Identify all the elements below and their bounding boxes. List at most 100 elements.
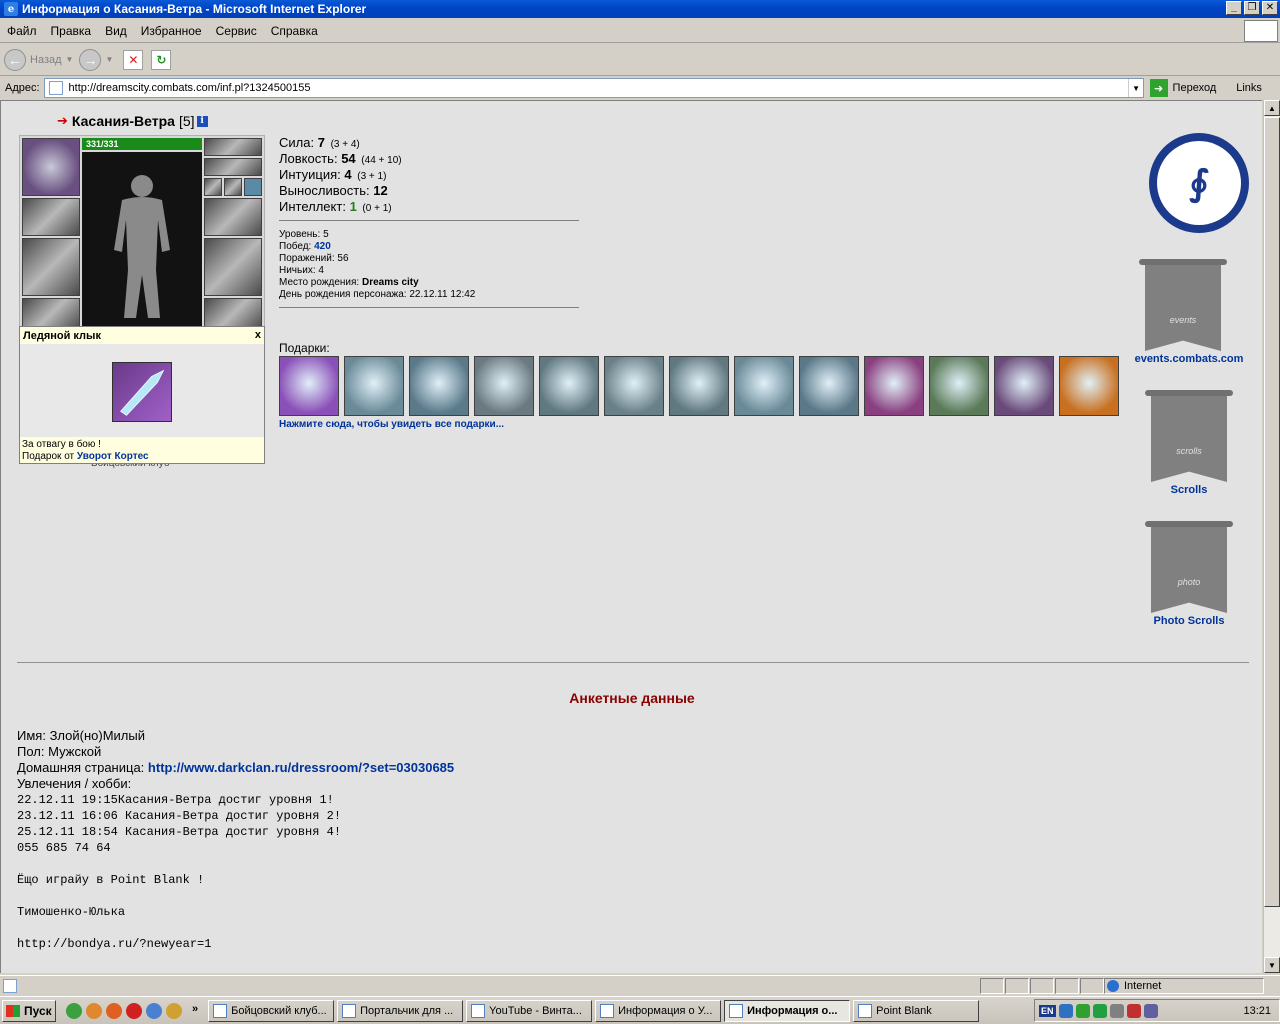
divider [279, 307, 579, 308]
back-arrow-icon[interactable]: ← [4, 48, 26, 71]
opera-icon[interactable] [126, 1002, 142, 1019]
taskbar-item[interactable]: Информация о У... [595, 999, 722, 1022]
go-label: Переход [1172, 82, 1217, 94]
firefox-icon[interactable] [106, 1002, 122, 1019]
ring2-slot[interactable] [224, 178, 242, 196]
address-bar: Адрес: http://dreamscity.combats.com/inf… [0, 77, 1280, 99]
ring3-slot[interactable] [244, 178, 262, 196]
back-button-label[interactable]: Назад [30, 54, 62, 66]
weapon-left-slot[interactable] [22, 238, 80, 296]
language-indicator[interactable]: EN [1039, 1004, 1056, 1017]
taskbar-item[interactable]: Point Blank [853, 999, 980, 1022]
menu-tools[interactable]: Сервис [209, 24, 264, 38]
email-icon[interactable] [86, 1002, 102, 1019]
snow-house-icon[interactable] [344, 356, 404, 416]
go-button[interactable]: ➜ Переход [1149, 79, 1217, 97]
stat-intellect: Интеллект: 1 (0 + 1) [279, 199, 402, 215]
scrolls-link[interactable]: Scrolls [1149, 484, 1229, 496]
windows-flag-icon [6, 1004, 20, 1017]
earrings-slot[interactable] [204, 158, 262, 176]
flag-icon[interactable] [1126, 1003, 1141, 1018]
divider [279, 220, 579, 221]
clan-emblem-icon[interactable]: ∮ [1149, 133, 1249, 233]
menu-help[interactable]: Справка [264, 24, 325, 38]
taskbar-item[interactable]: YouTube - Винта... [466, 999, 593, 1022]
taskbar-item[interactable]: Информация о... [724, 999, 851, 1022]
scroll-up-icon[interactable]: ▲ [1264, 100, 1280, 116]
maximize-button[interactable]: ❐ [1244, 1, 1260, 15]
all-gifts-link[interactable]: Нажмите сюда, чтобы увидеть все подарки.… [279, 419, 504, 430]
gingerbread-man-icon[interactable] [604, 356, 664, 416]
vertical-scrollbar[interactable]: ▲ ▼ [1263, 100, 1280, 973]
stat-label: Ловкость: [279, 151, 338, 166]
address-input[interactable]: http://dreamscity.combats.com/inf.pl?132… [43, 78, 1144, 98]
stat-value: 54 [341, 151, 356, 166]
ice-tree-icon[interactable] [799, 356, 859, 416]
network-icon[interactable] [1058, 1003, 1073, 1018]
taskbar-item[interactable]: Бойцовский клуб... [208, 999, 335, 1022]
private-arrow-icon[interactable]: ➔ [57, 113, 68, 129]
ice-fang-icon[interactable] [279, 356, 339, 416]
popup-from-name[interactable]: Уворот Кортес [77, 451, 149, 462]
taskbar: Пуск » Бойцовский клуб... Портальчик для … [0, 996, 1280, 1024]
chrome-icon[interactable] [66, 1002, 82, 1019]
stop-icon[interactable]: ✕ [123, 49, 144, 70]
character-avatar[interactable] [82, 152, 202, 330]
winter-card-icon[interactable] [1059, 356, 1119, 416]
edit-icon[interactable] [166, 1002, 182, 1019]
goblin-icon[interactable] [929, 356, 989, 416]
profile-gender: Пол: Мужской [17, 744, 102, 759]
volume-icon[interactable] [1143, 1003, 1158, 1018]
start-button[interactable]: Пуск [2, 999, 56, 1022]
menu-favorites[interactable]: Избранное [134, 24, 209, 38]
forward-arrow-icon[interactable]: → [79, 48, 102, 71]
task-label: YouTube - Винта... [489, 1004, 582, 1017]
menu-file[interactable]: Файл [0, 24, 44, 38]
character-silhouette [114, 175, 170, 318]
popup-close-icon[interactable]: x [255, 329, 261, 341]
events-banner-icon[interactable]: events [1139, 259, 1227, 354]
fire-staff-icon[interactable] [864, 356, 924, 416]
candy-cane-icon[interactable] [539, 356, 599, 416]
homepage-link[interactable]: http://www.darkclan.ru/dressroom/?set=03… [148, 760, 454, 775]
santa-smiley-icon[interactable] [409, 356, 469, 416]
amulet-slot[interactable] [204, 138, 262, 156]
taskbar-item[interactable]: Портальчик для ... [337, 999, 464, 1022]
task-label: Point Blank [876, 1004, 932, 1017]
close-button[interactable]: ✕ [1262, 1, 1278, 15]
candy-cane-icon[interactable] [669, 356, 729, 416]
address-dropdown-icon[interactable]: ▼ [1127, 79, 1144, 97]
helmet-slot[interactable] [22, 138, 80, 196]
forward-dropdown-icon[interactable]: ▼ [105, 55, 113, 64]
photo-scrolls-link[interactable]: Photo Scrolls [1139, 615, 1239, 627]
address-url[interactable]: http://dreamscity.combats.com/inf.pl?132… [69, 82, 311, 94]
events-link[interactable]: events.combats.com [1125, 353, 1253, 365]
links-button[interactable]: Links [1236, 82, 1262, 94]
ring1-slot[interactable] [204, 178, 222, 196]
bracers-slot[interactable] [22, 198, 80, 236]
hp-bar: 331/331 [82, 138, 202, 150]
info-icon[interactable]: i [196, 115, 208, 127]
refresh-icon[interactable]: ↻ [151, 49, 172, 70]
gift-tooltip-popup: Ледяной клык x За отвагу в бою ! Подарок… [19, 326, 265, 464]
antivirus-icon[interactable] [1092, 1003, 1107, 1018]
gloves-slot[interactable] [204, 198, 262, 236]
snowflake-icon[interactable] [474, 356, 534, 416]
ie-quicklaunch-icon[interactable] [146, 1002, 162, 1019]
menu-view[interactable]: Вид [98, 24, 134, 38]
scroll-thumb[interactable] [1264, 117, 1280, 907]
scroll-down-icon[interactable]: ▼ [1264, 957, 1280, 973]
icq-icon[interactable] [1075, 1003, 1090, 1018]
quick-launch-more[interactable]: » [192, 1003, 198, 1019]
dragon-icon[interactable] [994, 356, 1054, 416]
photo-scrolls-banner-icon[interactable]: photo [1145, 521, 1233, 616]
task-label: Информация о У... [618, 1004, 713, 1017]
year-2012-icon[interactable] [734, 356, 794, 416]
scrolls-banner-icon[interactable]: scrolls [1145, 390, 1233, 485]
minimize-button[interactable]: _ [1226, 1, 1242, 15]
weapon-right-slot[interactable] [204, 238, 262, 296]
stat-value: 1 [349, 199, 357, 214]
menu-edit[interactable]: Правка [44, 24, 99, 38]
tray-app-icon[interactable] [1109, 1003, 1124, 1018]
back-dropdown-icon[interactable]: ▼ [66, 55, 74, 64]
